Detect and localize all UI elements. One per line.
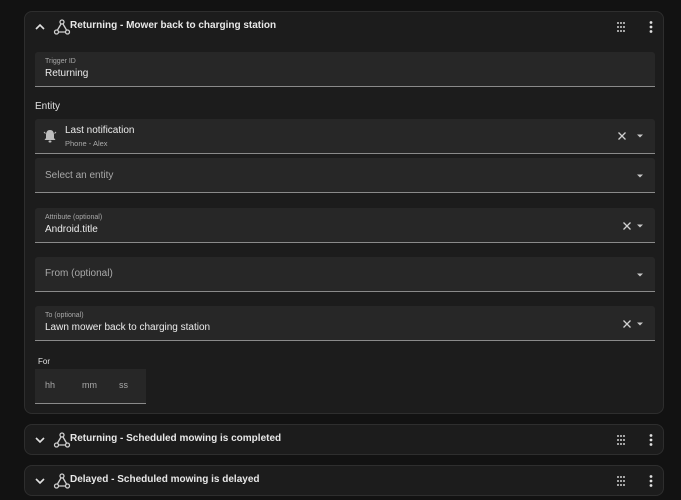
entity-name: Last notification — [65, 125, 135, 136]
dropdown-arrow-icon[interactable] — [636, 173, 644, 179]
trigger-card-title: Returning - Mower back to charging stati… — [70, 20, 277, 31]
clear-icon[interactable] — [622, 221, 632, 231]
trigger-card-delayed[interactable]: Delayed - Scheduled mowing is delayed — [24, 465, 664, 496]
entity-device: Phone - Alex — [65, 139, 108, 148]
trigger-card-returning-completed[interactable]: Returning - Scheduled mowing is complete… — [24, 424, 664, 455]
chevron-up-icon[interactable] — [33, 20, 47, 34]
entity-picker-add[interactable]: Select an entity — [35, 158, 655, 193]
chevron-down-icon[interactable] — [33, 474, 47, 488]
attribute-field[interactable]: Attribute (optional) Android.title — [35, 208, 655, 243]
state-trigger-icon — [53, 19, 71, 35]
trigger-card-header[interactable]: Delayed - Scheduled mowing is delayed — [25, 466, 663, 496]
trigger-card-returning-mower: Returning - Mower back to charging stati… — [24, 11, 664, 414]
dropdown-arrow-icon[interactable] — [636, 223, 644, 229]
trigger-id-label: Trigger ID — [45, 58, 76, 65]
trigger-card-title: Returning - Scheduled mowing is complete… — [70, 433, 282, 444]
from-field[interactable]: From (optional) — [35, 257, 655, 292]
dropdown-arrow-icon[interactable] — [636, 133, 644, 139]
more-vert-icon[interactable] — [645, 474, 657, 488]
drag-handle-icon[interactable] — [615, 21, 627, 33]
state-trigger-icon — [53, 473, 71, 489]
trigger-card-header[interactable]: Returning - Mower back to charging stati… — [25, 12, 663, 42]
trigger-card-header[interactable]: Returning - Scheduled mowing is complete… — [25, 425, 663, 455]
trigger-id-field[interactable]: Trigger ID Returning — [35, 52, 655, 87]
entity-section-label: Entity — [35, 101, 61, 112]
minutes-input[interactable]: mm — [82, 380, 97, 390]
hours-input[interactable]: hh — [45, 380, 55, 390]
clear-icon[interactable] — [622, 319, 632, 329]
clear-icon[interactable] — [617, 131, 627, 141]
trigger-card-title: Delayed - Scheduled mowing is delayed — [70, 474, 260, 485]
dropdown-arrow-icon[interactable] — [636, 272, 644, 278]
dropdown-arrow-icon[interactable] — [636, 321, 644, 327]
seconds-input[interactable]: ss — [119, 380, 128, 390]
trigger-id-value: Returning — [45, 68, 89, 79]
drag-handle-icon[interactable] — [615, 475, 627, 487]
chevron-down-icon[interactable] — [33, 433, 47, 447]
from-placeholder: From (optional) — [45, 268, 113, 279]
to-label: To (optional) — [45, 312, 84, 319]
more-vert-icon[interactable] — [645, 433, 657, 447]
drag-handle-icon[interactable] — [615, 434, 627, 446]
attribute-value: Android.title — [45, 224, 98, 235]
duration-input[interactable]: hh mm ss — [35, 369, 146, 404]
entity-add-placeholder: Select an entity — [45, 170, 114, 181]
more-vert-icon[interactable] — [645, 20, 657, 34]
entity-picker-selected[interactable]: Last notification Phone - Alex — [35, 119, 655, 154]
to-field[interactable]: To (optional) Lawn mower back to chargin… — [35, 306, 655, 341]
for-label: For — [38, 357, 50, 366]
bell-icon — [43, 130, 57, 143]
attribute-label: Attribute (optional) — [45, 214, 103, 221]
state-trigger-icon — [53, 432, 71, 448]
to-value: Lawn mower back to charging station — [45, 322, 211, 333]
